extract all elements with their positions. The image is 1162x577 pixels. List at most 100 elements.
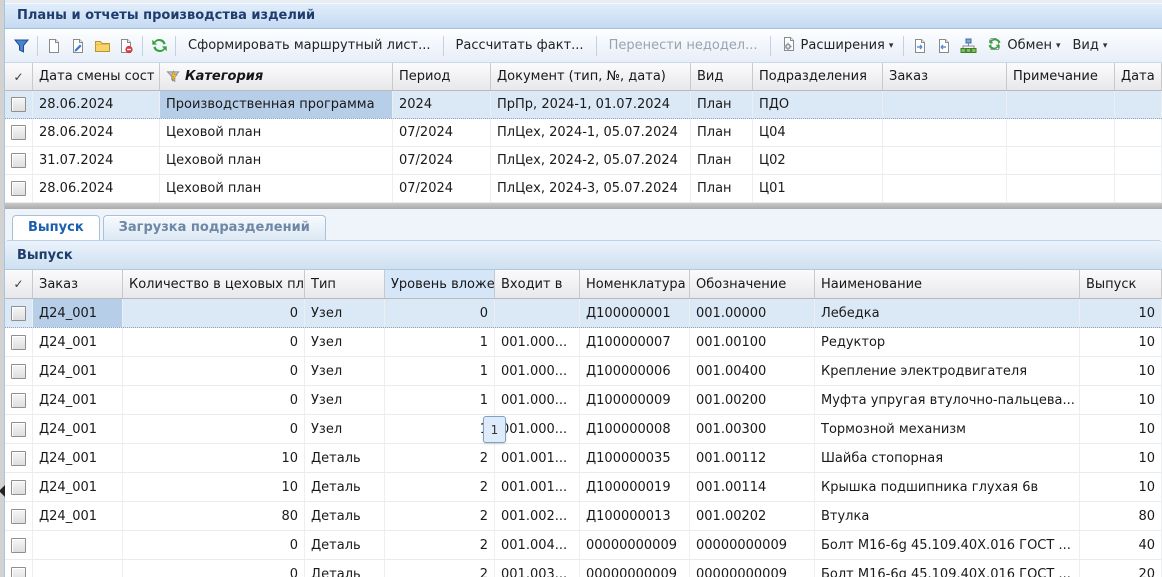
row-checkbox-cell[interactable]	[5, 175, 33, 202]
cell[interactable]	[1007, 147, 1115, 174]
cell[interactable]: ПрПр, 2024-1, 01.07.2024	[491, 91, 691, 118]
calculate-fact-button[interactable]: Рассчитать факт...	[448, 34, 592, 58]
new-document-icon[interactable]	[42, 34, 66, 58]
cell[interactable]: Д24_001	[33, 502, 123, 530]
import-document-icon[interactable]	[932, 34, 956, 58]
table-row[interactable]: Д24_00180Деталь2001.002...Д100000013001.…	[5, 502, 1162, 531]
column-header[interactable]: Входит в	[495, 270, 580, 298]
cell[interactable]: Д24_001	[33, 386, 123, 414]
view-dropdown[interactable]: Вид ▾	[1066, 34, 1113, 58]
cell[interactable]: Лебедка	[815, 299, 1080, 327]
table-row[interactable]: 28.06.2024Производственная программа2024…	[5, 91, 1162, 119]
cell[interactable]: 001.00202	[690, 502, 815, 530]
refresh-icon[interactable]	[147, 34, 171, 58]
cell[interactable]: 0	[123, 386, 305, 414]
cell[interactable]: Деталь	[305, 444, 385, 472]
cell[interactable]: 2024	[393, 91, 491, 118]
cell[interactable]: 10	[1080, 299, 1162, 327]
cell[interactable]: 001.00100	[690, 328, 815, 356]
cell[interactable]: 80	[1080, 502, 1162, 530]
table-row[interactable]: Д24_0010Узел1001.000...Д100000006001.004…	[5, 357, 1162, 386]
cell[interactable]: Деталь	[305, 502, 385, 530]
column-header[interactable]: Вид	[691, 63, 753, 90]
column-header[interactable]: Заказ	[883, 63, 1007, 90]
cell[interactable]: Втулка	[815, 502, 1080, 530]
cell[interactable]: 0	[385, 299, 495, 327]
cell[interactable]: 10	[1080, 444, 1162, 472]
cell[interactable]: Д100000013	[580, 502, 690, 530]
cell[interactable]: 00000000009	[690, 531, 815, 559]
cell[interactable]: 10	[123, 444, 305, 472]
filter-icon[interactable]	[9, 34, 33, 58]
cell[interactable]: Д24_001	[33, 444, 123, 472]
cell[interactable]: ПДО	[753, 91, 883, 118]
checkbox[interactable]	[11, 422, 26, 437]
checkbox[interactable]	[11, 181, 26, 196]
checkbox[interactable]	[11, 306, 26, 321]
cell[interactable]: Муфта упругая втулочно-пальцева...	[815, 386, 1080, 414]
cell[interactable]: ПлЦех, 2024-3, 05.07.2024	[491, 175, 691, 202]
cell[interactable]: Редуктор	[815, 328, 1080, 356]
cell[interactable]: 001.00114	[690, 473, 815, 501]
checkbox[interactable]	[11, 364, 26, 379]
cell[interactable]: 001.002...	[495, 502, 580, 530]
cell[interactable]: 28.06.2024	[33, 175, 160, 202]
table-row[interactable]: Д24_00110Деталь2001.001...Д100000019001.…	[5, 473, 1162, 502]
cell[interactable]: 40	[1080, 531, 1162, 559]
tab-inactive[interactable]: Загрузка подразделений	[103, 215, 326, 240]
cell[interactable]: Цеховой план	[160, 119, 393, 146]
checkbox[interactable]	[11, 509, 26, 524]
column-header[interactable]: Тип	[305, 270, 385, 298]
row-checkbox-cell[interactable]	[5, 473, 33, 501]
checkbox[interactable]	[11, 567, 26, 577]
cell[interactable]: Ц04	[753, 119, 883, 146]
cell[interactable]: 001.00300	[690, 415, 815, 443]
table-row[interactable]: Д24_0010Узел1001.000...Д100000009001.002…	[5, 386, 1162, 415]
cell[interactable]	[33, 560, 123, 577]
table-row[interactable]: 28.06.2024Цеховой план07/2024ПлЦех, 2024…	[5, 175, 1162, 203]
cell[interactable]: Д100000007	[580, 328, 690, 356]
tab-active[interactable]: Выпуск	[12, 215, 100, 240]
table-row[interactable]: 31.07.2024Цеховой план07/2024ПлЦех, 2024…	[5, 147, 1162, 175]
cell[interactable]: 0	[123, 299, 305, 327]
row-checkbox-cell[interactable]	[5, 119, 33, 146]
cell[interactable]: 0	[123, 357, 305, 385]
row-checkbox-cell[interactable]	[5, 328, 33, 356]
cell[interactable]: Производственная программа	[160, 91, 393, 118]
row-checkbox-cell[interactable]	[5, 444, 33, 472]
cell[interactable]: 001.001...	[495, 473, 580, 501]
cell[interactable]: Д100000009	[580, 386, 690, 414]
exchange-dropdown[interactable]: Обмен ▾	[980, 34, 1066, 58]
table-row[interactable]: 0Деталь2001.004...0000000000900000000009…	[5, 531, 1162, 560]
cell[interactable]	[1007, 175, 1115, 202]
edit-document-icon[interactable]	[66, 34, 90, 58]
cell[interactable]: Д24_001	[33, 299, 123, 327]
cell[interactable]: Шайба стопорная	[815, 444, 1080, 472]
export-document-icon[interactable]	[908, 34, 932, 58]
cell[interactable]: ПлЦех, 2024-2, 05.07.2024	[491, 147, 691, 174]
cell[interactable]: План	[691, 91, 753, 118]
cell[interactable]: 1	[385, 328, 495, 356]
checkbox[interactable]	[11, 480, 26, 495]
cell[interactable]: Цеховой план	[160, 147, 393, 174]
cell[interactable]: 001.00200	[690, 386, 815, 414]
cell[interactable]: 07/2024	[393, 175, 491, 202]
cell[interactable]: Узел	[305, 386, 385, 414]
checkbox[interactable]	[11, 451, 26, 466]
cell[interactable]: 07/2024	[393, 147, 491, 174]
row-checkbox-cell[interactable]	[5, 502, 33, 530]
column-header[interactable]: Обозначение	[690, 270, 815, 298]
cell[interactable]: План	[691, 119, 753, 146]
row-checkbox-cell[interactable]	[5, 299, 33, 327]
cell[interactable]	[1115, 147, 1162, 174]
checkbox[interactable]	[11, 335, 26, 350]
row-checkbox-cell[interactable]	[5, 531, 33, 559]
cell[interactable]: Д100000035	[580, 444, 690, 472]
row-checkbox-cell[interactable]	[5, 147, 33, 174]
checkbox[interactable]	[11, 125, 26, 140]
cell[interactable]: Деталь	[305, 531, 385, 559]
cell[interactable]: Ц01	[753, 175, 883, 202]
cell[interactable]: 0	[123, 560, 305, 577]
cell[interactable]: Д100000008	[580, 415, 690, 443]
cell[interactable]: Д24_001	[33, 357, 123, 385]
